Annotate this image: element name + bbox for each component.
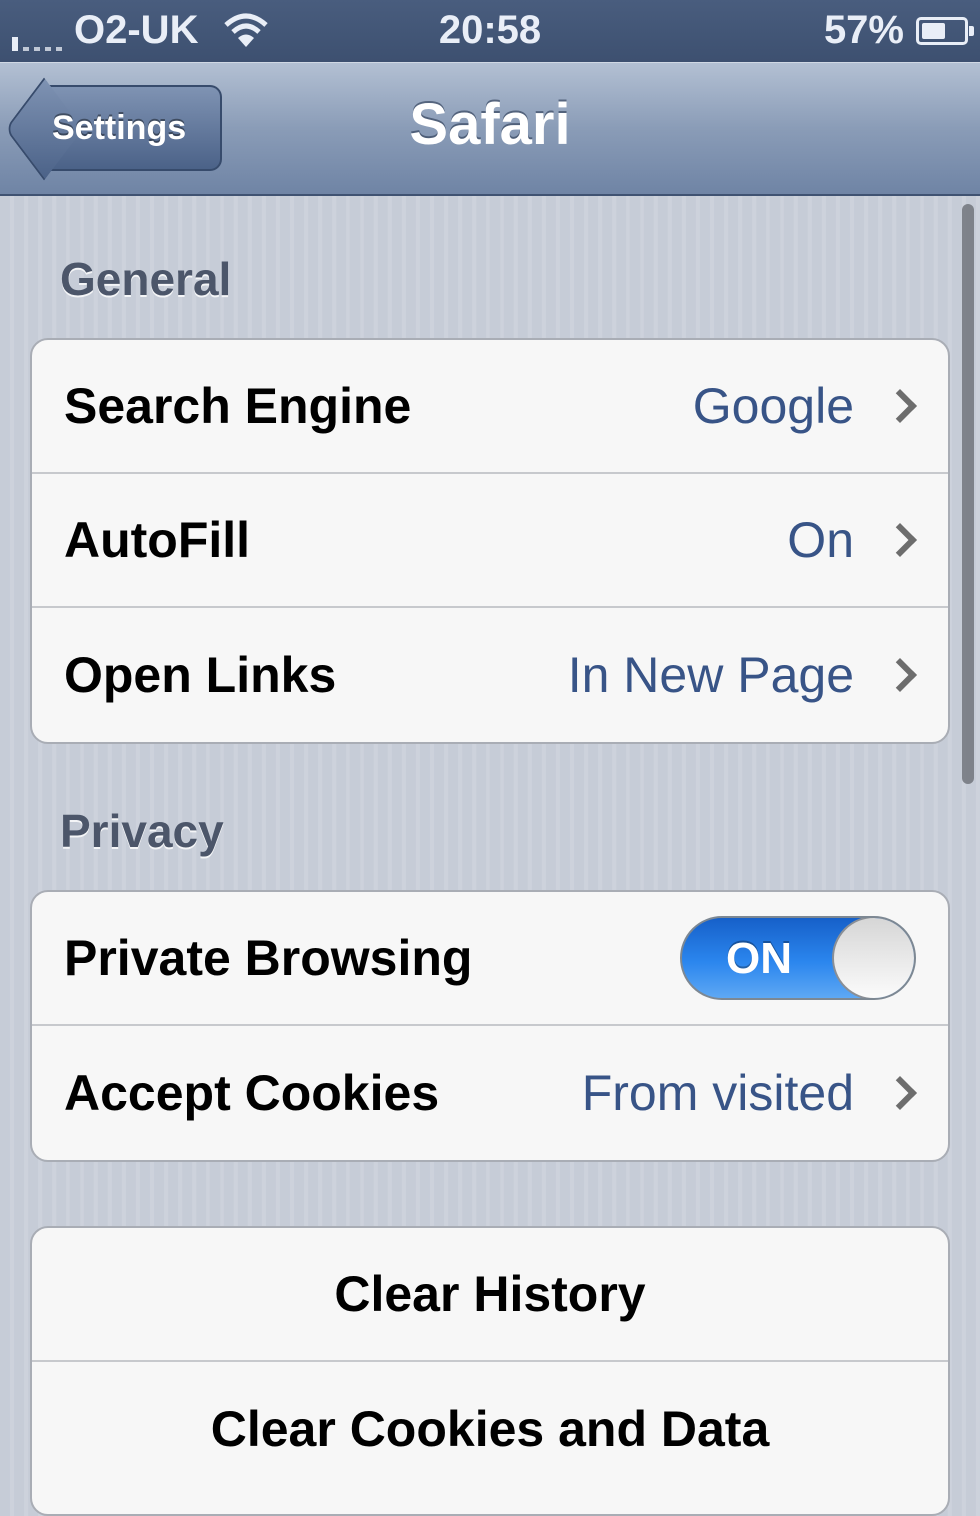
button-label: Clear Cookies and Data — [210, 1401, 770, 1457]
general-group: Search Engine Google AutoFill On Open Li… — [30, 338, 950, 744]
status-bar: O2-UK 20:58 57% — [0, 0, 980, 62]
battery-percent: 57% — [823, 8, 904, 52]
row-label: Search Engine — [64, 378, 412, 434]
clear-data-group: Clear History Clear Cookies and Data — [30, 1226, 950, 1516]
private-browsing-toggle[interactable]: ON — [680, 916, 916, 1000]
row-label: Private Browsing — [64, 930, 473, 986]
row-value: In New Page — [567, 647, 854, 703]
navigation-bar: Settings Safari — [0, 62, 980, 196]
row-label: Accept Cookies — [64, 1065, 440, 1121]
row-value: From visited — [581, 1065, 854, 1121]
toggle-knob[interactable] — [832, 918, 914, 998]
chevron-right-icon — [883, 658, 917, 692]
row-value: On — [787, 512, 854, 568]
row-label: Open Links — [64, 647, 337, 703]
battery-icon — [916, 16, 974, 45]
status-right: 57% — [823, 8, 974, 53]
back-button-label: Settings — [52, 108, 187, 147]
section-header-privacy: Privacy — [60, 805, 224, 857]
row-private-browsing: Private Browsing ON — [32, 892, 948, 1026]
clear-history-button[interactable]: Clear History — [32, 1228, 948, 1362]
row-open-links[interactable]: Open Links In New Page — [32, 608, 948, 742]
row-search-engine[interactable]: Search Engine Google — [32, 340, 948, 474]
scrollbar[interactable] — [962, 204, 974, 784]
section-header-general: General — [60, 253, 232, 305]
chevron-right-icon — [883, 389, 917, 423]
button-label: Clear History — [334, 1266, 646, 1322]
privacy-group: Private Browsing ON Accept Cookies From … — [30, 890, 950, 1162]
row-autofill[interactable]: AutoFill On — [32, 474, 948, 608]
toggle-state-label: ON — [726, 934, 792, 983]
row-value: Google — [692, 378, 854, 434]
clear-cookies-button[interactable]: Clear Cookies and Data — [32, 1362, 948, 1496]
row-accept-cookies[interactable]: Accept Cookies From visited — [32, 1026, 948, 1160]
chevron-right-icon — [883, 1076, 917, 1110]
row-label: AutoFill — [64, 512, 251, 568]
chevron-right-icon — [883, 523, 917, 557]
